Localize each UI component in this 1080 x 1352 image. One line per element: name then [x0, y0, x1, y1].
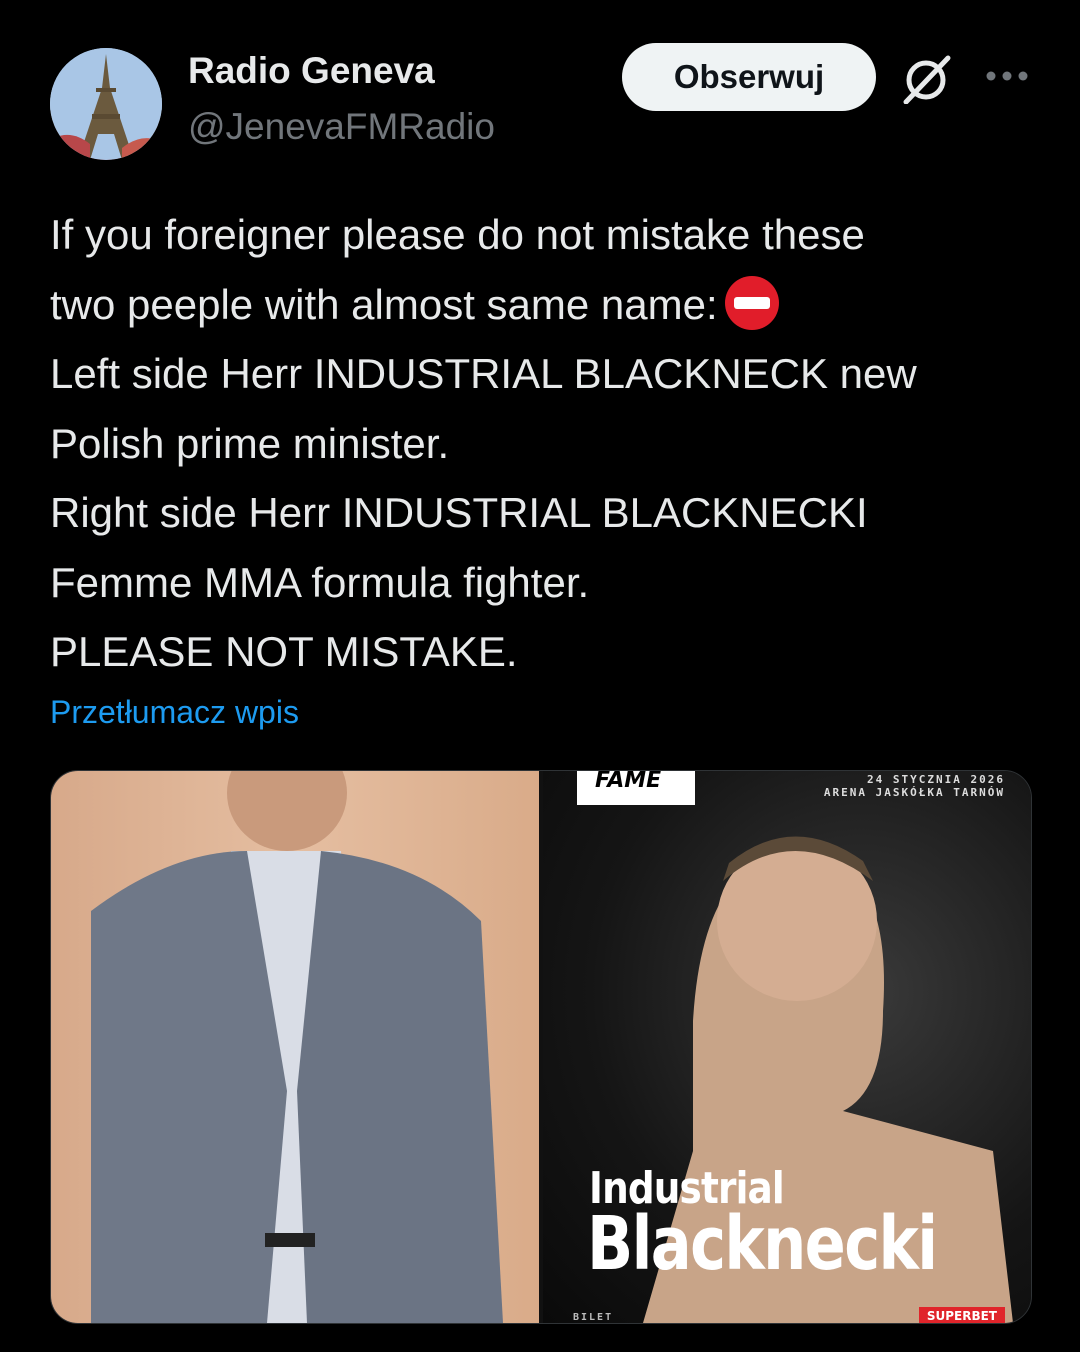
photo-right-poster[interactable]: FAME 24 STYCZNIA 2026 ARENA JASKÓŁKA TAR…	[543, 771, 1031, 1323]
follow-button[interactable]: Obserwuj	[622, 43, 876, 111]
eiffel-tower-avatar	[50, 48, 162, 160]
event-info: 24 STYCZNIA 2026 ARENA JASKÓŁKA TARNÓW	[824, 773, 1005, 799]
tweet-text: If you foreigner please do not mistake t…	[50, 200, 1040, 687]
sponsor-badge: SUPERBET	[918, 1307, 1005, 1323]
author-handle[interactable]: @JenevaFMRadio	[188, 106, 495, 148]
tweet-line: Femme MMA formula fighter.	[50, 558, 590, 606]
media-grid: FAME 24 STYCZNIA 2026 ARENA JASKÓŁKA TAR…	[50, 770, 1032, 1324]
author-avatar[interactable]	[50, 48, 162, 160]
photo-left[interactable]	[51, 771, 539, 1323]
event-date: 24 STYCZNIA 2026	[867, 773, 1005, 786]
man-in-suit-photo	[91, 771, 503, 1323]
more-icon[interactable]	[986, 66, 1028, 86]
translate-link[interactable]: Przetłumacz wpis	[50, 694, 299, 731]
tweet-line: Right side Herr INDUSTRIAL BLACKNECKI	[50, 489, 868, 536]
fame-logo: FAME	[577, 771, 695, 805]
ticket-label: BILET	[573, 1312, 614, 1323]
tweet-line: two peeple with almost same name:	[50, 280, 718, 328]
tweet-line-with-emoji: two peeple with almost same name:	[50, 270, 1040, 340]
no-entry-icon	[724, 276, 779, 331]
tweet-line: If you foreigner please do not mistake t…	[50, 211, 865, 258]
fighter-last-name: Blacknecki	[587, 1201, 938, 1287]
grok-icon[interactable]	[898, 54, 954, 104]
tweet-line: Polish prime minister.	[50, 419, 450, 467]
tweet-line: PLEASE NOT MISTAKE.	[50, 628, 518, 675]
author-name[interactable]: Radio Geneva	[188, 50, 435, 92]
event-venue: ARENA JASKÓŁKA TARNÓW	[823, 786, 1005, 799]
tweet-line: Left side Herr INDUSTRIAL BLACKNECK new	[50, 350, 917, 397]
